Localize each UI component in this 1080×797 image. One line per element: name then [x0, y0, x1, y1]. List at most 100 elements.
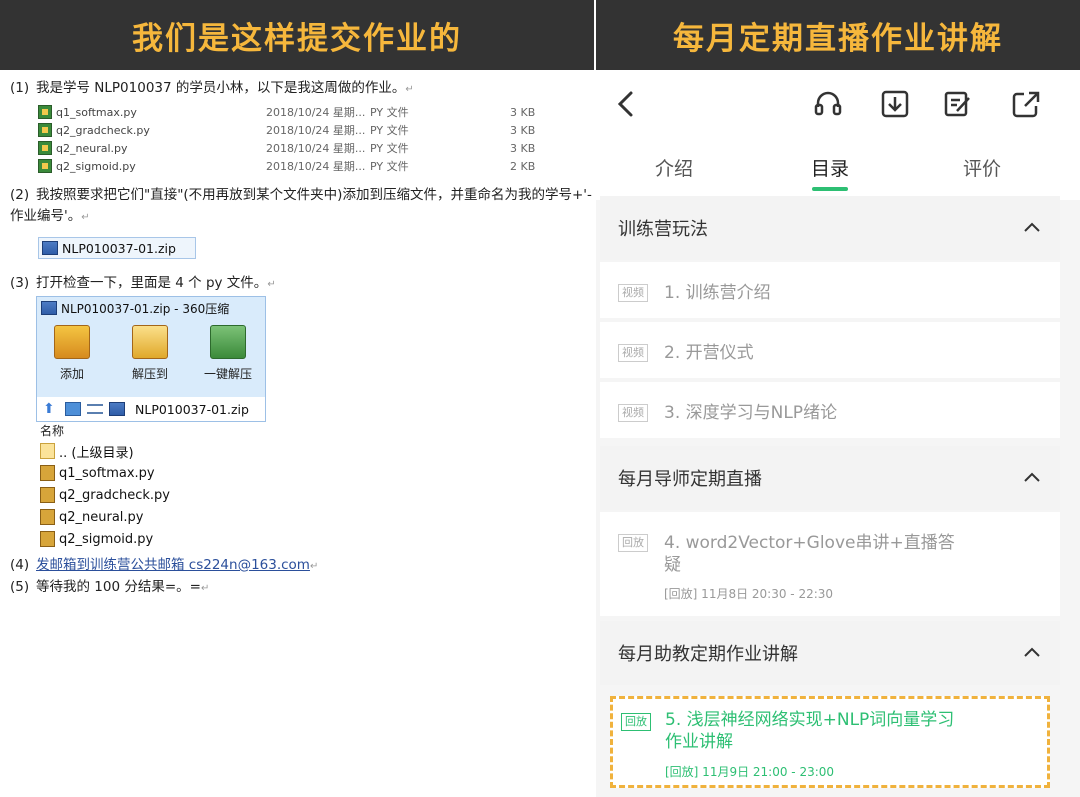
tab-intro[interactable]: 介绍 — [634, 154, 714, 181]
catalog-item[interactable]: 视频 2. 开营仪式 — [600, 322, 1060, 378]
file-type: PY 文件 — [370, 106, 409, 119]
left-banner-title: 我们是这样提交作业的 — [0, 0, 594, 70]
note-edit-icon[interactable] — [942, 88, 974, 120]
step-text: 等待我的 100 分结果=。= — [36, 579, 201, 595]
section-title: 训练营玩法 — [618, 219, 708, 240]
file-name: q2_gradcheck.py — [56, 123, 150, 137]
python-file-icon — [38, 123, 52, 137]
archive-entry[interactable]: q2_neural.py — [40, 507, 144, 527]
right-banner-title: 每月定期直播作业讲解 — [596, 0, 1080, 70]
active-tab-indicator — [812, 187, 848, 191]
step-number: (3) — [10, 275, 30, 291]
archive-icon — [42, 241, 58, 255]
name-column-header[interactable]: 名称 — [40, 422, 64, 439]
section-header[interactable]: 训练营玩法 — [600, 196, 1060, 260]
python-file-icon — [38, 105, 52, 119]
tab-bar: 介绍 目录 评价 — [596, 140, 1080, 200]
section-header[interactable]: 每月导师定期直播 — [600, 446, 1060, 510]
file-row[interactable]: q2_neural.py 2018/10/24 星期... PY 文件 3 KB — [38, 139, 550, 157]
file-size: 3 KB — [510, 105, 536, 119]
file-date: 2018/10/24 星期... — [266, 142, 366, 155]
archive-window: NLP010037-01.zip - 360压缩 添加 解压到 一键解压 ⬆ N… — [36, 296, 266, 422]
catalog-item[interactable]: 视频 3. 深度学习与NLP绪论 — [600, 382, 1060, 438]
item-title: 1. 训练营介绍 — [664, 283, 771, 303]
archive-entry-name: q2_sigmoid.py — [59, 531, 154, 547]
email-link[interactable]: 发邮箱到训练营公共邮箱 cs224n@163.com — [36, 557, 310, 573]
step-4: (4) 发邮箱到训练营公共邮箱 cs224n@163.com↵ — [10, 555, 590, 577]
item-schedule: [回放] 11月9日 21:00 - 23:00 — [665, 765, 835, 779]
file-size: 3 KB — [510, 141, 536, 155]
list-view-icon[interactable] — [87, 404, 103, 414]
file-name: q1_softmax.py — [56, 105, 137, 119]
download-icon[interactable] — [879, 88, 911, 120]
up-arrow-icon[interactable]: ⬆ — [43, 402, 59, 416]
archive-entry-name: q1_softmax.py — [59, 465, 155, 481]
video-badge: 视频 — [618, 404, 648, 422]
section-title: 每月助教定期作业讲解 — [618, 644, 798, 665]
document-panel: (1) 我是学号 NLP010037 的学员小林，以下是我这周做的作业。↵ q1_… — [0, 70, 594, 797]
file-row[interactable]: q2_gradcheck.py 2018/10/24 星期... PY 文件 3… — [38, 121, 550, 139]
app-top-bar — [596, 70, 1080, 140]
step-number: (1) — [10, 80, 30, 96]
file-type: PY 文件 — [370, 124, 409, 137]
step-number: (5) — [10, 579, 30, 595]
extract-folder-icon — [132, 325, 168, 359]
archive-icon — [41, 301, 57, 315]
headphones-icon[interactable] — [812, 88, 844, 120]
file-size: 3 KB — [510, 123, 536, 137]
archive-entry[interactable]: q2_gradcheck.py — [40, 485, 170, 505]
section-title: 每月导师定期直播 — [618, 469, 762, 490]
archive-entry-name: q2_gradcheck.py — [59, 487, 170, 503]
share-icon[interactable] — [1010, 88, 1042, 120]
item-title: 2. 开营仪式 — [664, 343, 754, 363]
file-type: PY 文件 — [370, 142, 409, 155]
view-icon[interactable] — [65, 402, 81, 416]
replay-badge: 回放 — [618, 534, 648, 552]
step-number: (4) — [10, 557, 30, 573]
catalog-item[interactable]: 回放 4. word2Vector+Glove串讲+直播答疑 [回放] 11月8… — [600, 512, 1060, 616]
folder-icon — [40, 443, 55, 459]
archive-path-bar: ⬆ NLP010037-01.zip — [37, 397, 265, 421]
parent-directory-label: .. (上级目录) — [59, 445, 134, 461]
step-2: (2) 我按照要求把它们"直接"(不用再放到某个文件夹中)添加到压缩文件，并重命名… — [10, 187, 592, 224]
archive-window-title: NLP010037-01.zip - 360压缩 — [37, 297, 265, 319]
parent-directory-item[interactable]: .. (上级目录) — [40, 441, 134, 461]
python-file-icon — [40, 531, 55, 547]
file-row[interactable]: q2_sigmoid.py 2018/10/24 星期... PY 文件 2 K… — [38, 157, 550, 175]
back-icon[interactable] — [610, 88, 642, 120]
archive-path: NLP010037-01.zip — [135, 401, 249, 417]
step-text: 打开检查一下，里面是 4 个 py 文件。 — [36, 275, 268, 291]
archive-entry[interactable]: q1_softmax.py — [40, 463, 155, 483]
replay-badge: 回放 — [621, 713, 651, 731]
zip-file-name: NLP010037-01.zip — [62, 240, 176, 256]
extract-to-button[interactable]: 解压到 — [121, 325, 179, 382]
one-click-extract-label: 一键解压 — [203, 367, 252, 381]
python-file-icon — [40, 509, 55, 525]
file-size: 2 KB — [510, 159, 536, 173]
tab-catalog[interactable]: 目录 — [790, 154, 870, 181]
add-button-label: 添加 — [59, 367, 84, 381]
add-archive-icon — [54, 325, 90, 359]
item-title: 5. 浅层神经网络实现+NLP词向量学习作业讲解 — [665, 710, 955, 752]
step-text: 我按照要求把它们"直接"(不用再放到某个文件夹中)添加到压缩文件，并重命名为我的… — [10, 187, 592, 224]
file-date: 2018/10/24 星期... — [266, 124, 366, 137]
file-name: q2_neural.py — [56, 141, 128, 155]
one-click-extract-button[interactable]: 一键解压 — [199, 325, 257, 382]
file-row[interactable]: q1_softmax.py 2018/10/24 星期... PY 文件 3 K… — [38, 103, 550, 121]
tab-reviews[interactable]: 评价 — [942, 154, 1022, 181]
chevron-up-icon — [1024, 222, 1040, 232]
python-file-icon — [40, 487, 55, 503]
item-schedule: [回放] 11月8日 20:30 - 22:30 — [664, 587, 834, 601]
video-badge: 视频 — [618, 284, 648, 302]
catalog-item-highlighted[interactable]: 回放 5. 浅层神经网络实现+NLP词向量学习作业讲解 [回放] 11月9日 2… — [610, 696, 1050, 788]
archive-entry-name: q2_neural.py — [59, 509, 144, 525]
archive-entry[interactable]: q2_sigmoid.py — [40, 529, 153, 549]
section-header[interactable]: 每月助教定期作业讲解 — [600, 621, 1060, 685]
add-button[interactable]: 添加 — [43, 325, 101, 382]
chevron-up-icon — [1024, 472, 1040, 482]
one-click-extract-icon — [210, 325, 246, 359]
catalog-item[interactable]: 视频 1. 训练营介绍 — [600, 262, 1060, 318]
item-title: 3. 深度学习与NLP绪论 — [664, 403, 838, 423]
file-type: PY 文件 — [370, 160, 409, 173]
zip-file-item[interactable]: NLP010037-01.zip — [38, 237, 196, 259]
